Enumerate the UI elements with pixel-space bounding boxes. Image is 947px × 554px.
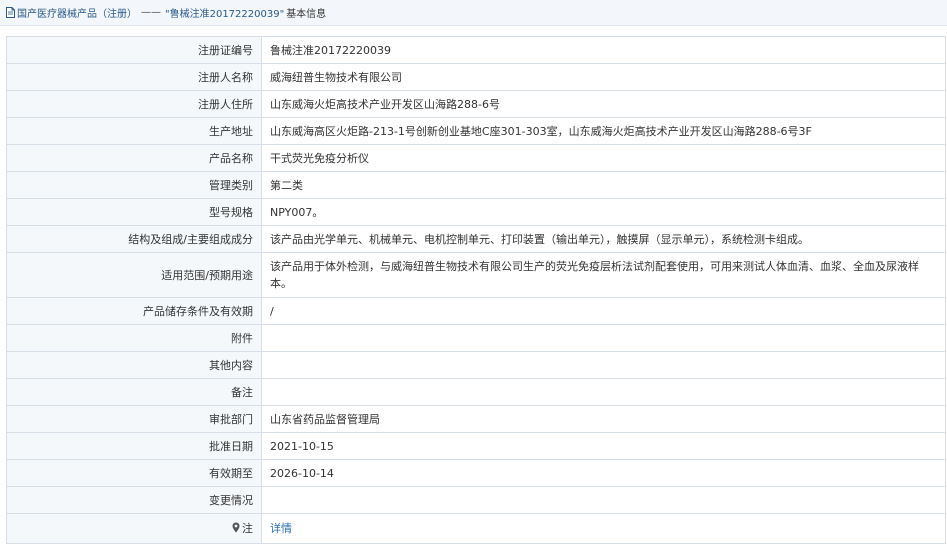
row-value <box>261 351 946 379</box>
row-value: 该产品用于体外检测，与威海纽普生物技术有限公司生产的荧光免疫层析法试剂配套使用，… <box>261 252 946 298</box>
row-value: 2021-10-15 <box>261 432 946 460</box>
row-label: 审批部门 <box>6 405 262 433</box>
breadcrumb-current: "鲁械注准20172220039" <box>165 9 285 20</box>
table-row: 型号规格 NPY007。 <box>6 198 946 226</box>
row-label: 备注 <box>6 378 262 406</box>
breadcrumb-category-link[interactable]: 国产医疗器械产品（注册） <box>17 5 137 20</box>
table-row: 产品储存条件及有效期 / <box>6 297 946 325</box>
table-row: 变更情况 <box>6 486 946 514</box>
row-label: 型号规格 <box>6 198 262 226</box>
row-label: 批准日期 <box>6 432 262 460</box>
table-row: 注册证编号 鲁械注准20172220039 <box>6 36 946 64</box>
table-row: 批准日期 2021-10-15 <box>6 432 946 460</box>
row-value: 鲁械注准20172220039 <box>261 36 946 64</box>
breadcrumb: 国产医疗器械产品（注册） —— "鲁械注准20172220039" 基本信息 <box>0 0 947 26</box>
row-label: 结构及组成/主要组成成分 <box>6 225 262 253</box>
row-label: 有效期至 <box>6 459 262 487</box>
table-row: 注册人名称 威海纽普生物技术有限公司 <box>6 63 946 91</box>
detail-table: 注册证编号 鲁械注准20172220039 注册人名称 威海纽普生物技术有限公司… <box>6 36 946 544</box>
row-label: 注册人名称 <box>6 63 262 91</box>
row-label: 产品储存条件及有效期 <box>6 297 262 325</box>
row-label: 注册人住所 <box>6 90 262 118</box>
details-link[interactable]: 详情 <box>270 522 292 535</box>
note-label-cell: 注 <box>6 513 262 544</box>
row-value: 山东威海火炬高技术产业开发区山海路288-6号 <box>261 90 946 118</box>
note-value-cell: 详情 <box>261 513 946 544</box>
row-value: 干式荧光免疫分析仪 <box>261 144 946 172</box>
row-value <box>261 378 946 406</box>
table-row: 产品名称 干式荧光免疫分析仪 <box>6 144 946 172</box>
row-label: 管理类别 <box>6 171 262 199</box>
row-label: 产品名称 <box>6 144 262 172</box>
row-value: 山东威海高区火炬路-213-1号创新创业基地C座301-303室，山东威海火炬高… <box>261 117 946 145</box>
row-value: 第二类 <box>261 171 946 199</box>
row-value: 该产品由光学单元、机械单元、电机控制单元、打印装置（输出单元），触摸屏（显示单元… <box>261 225 946 253</box>
table-row: 有效期至 2026-10-14 <box>6 459 946 487</box>
note-label: 注 <box>242 522 253 535</box>
row-value: NPY007。 <box>261 198 946 226</box>
row-value <box>261 324 946 352</box>
table-row: 结构及组成/主要组成成分 该产品由光学单元、机械单元、电机控制单元、打印装置（输… <box>6 225 946 253</box>
row-value: 山东省药品监督管理局 <box>261 405 946 433</box>
row-value: 威海纽普生物技术有限公司 <box>261 63 946 91</box>
row-value: 2026-10-14 <box>261 459 946 487</box>
row-value <box>261 486 946 514</box>
breadcrumb-separator: —— <box>141 7 161 18</box>
row-label: 变更情况 <box>6 486 262 514</box>
pin-icon <box>232 522 240 533</box>
table-row: 其他内容 <box>6 351 946 379</box>
table-row: 附件 <box>6 324 946 352</box>
row-label: 附件 <box>6 324 262 352</box>
row-label: 生产地址 <box>6 117 262 145</box>
table-row: 备注 <box>6 378 946 406</box>
row-label: 其他内容 <box>6 351 262 379</box>
row-label: 注册证编号 <box>6 36 262 64</box>
breadcrumb-suffix: 基本信息 <box>286 9 327 20</box>
row-value: / <box>261 297 946 325</box>
table-row: 审批部门 山东省药品监督管理局 <box>6 405 946 433</box>
document-icon <box>6 7 15 18</box>
table-row: 适用范围/预期用途 该产品用于体外检测，与威海纽普生物技术有限公司生产的荧光免疫… <box>6 252 946 298</box>
note-row: 注 详情 <box>6 513 946 544</box>
table-row: 生产地址 山东威海高区火炬路-213-1号创新创业基地C座301-303室，山东… <box>6 117 946 145</box>
table-row: 注册人住所 山东威海火炬高技术产业开发区山海路288-6号 <box>6 90 946 118</box>
row-label: 适用范围/预期用途 <box>6 252 262 298</box>
table-row: 管理类别 第二类 <box>6 171 946 199</box>
